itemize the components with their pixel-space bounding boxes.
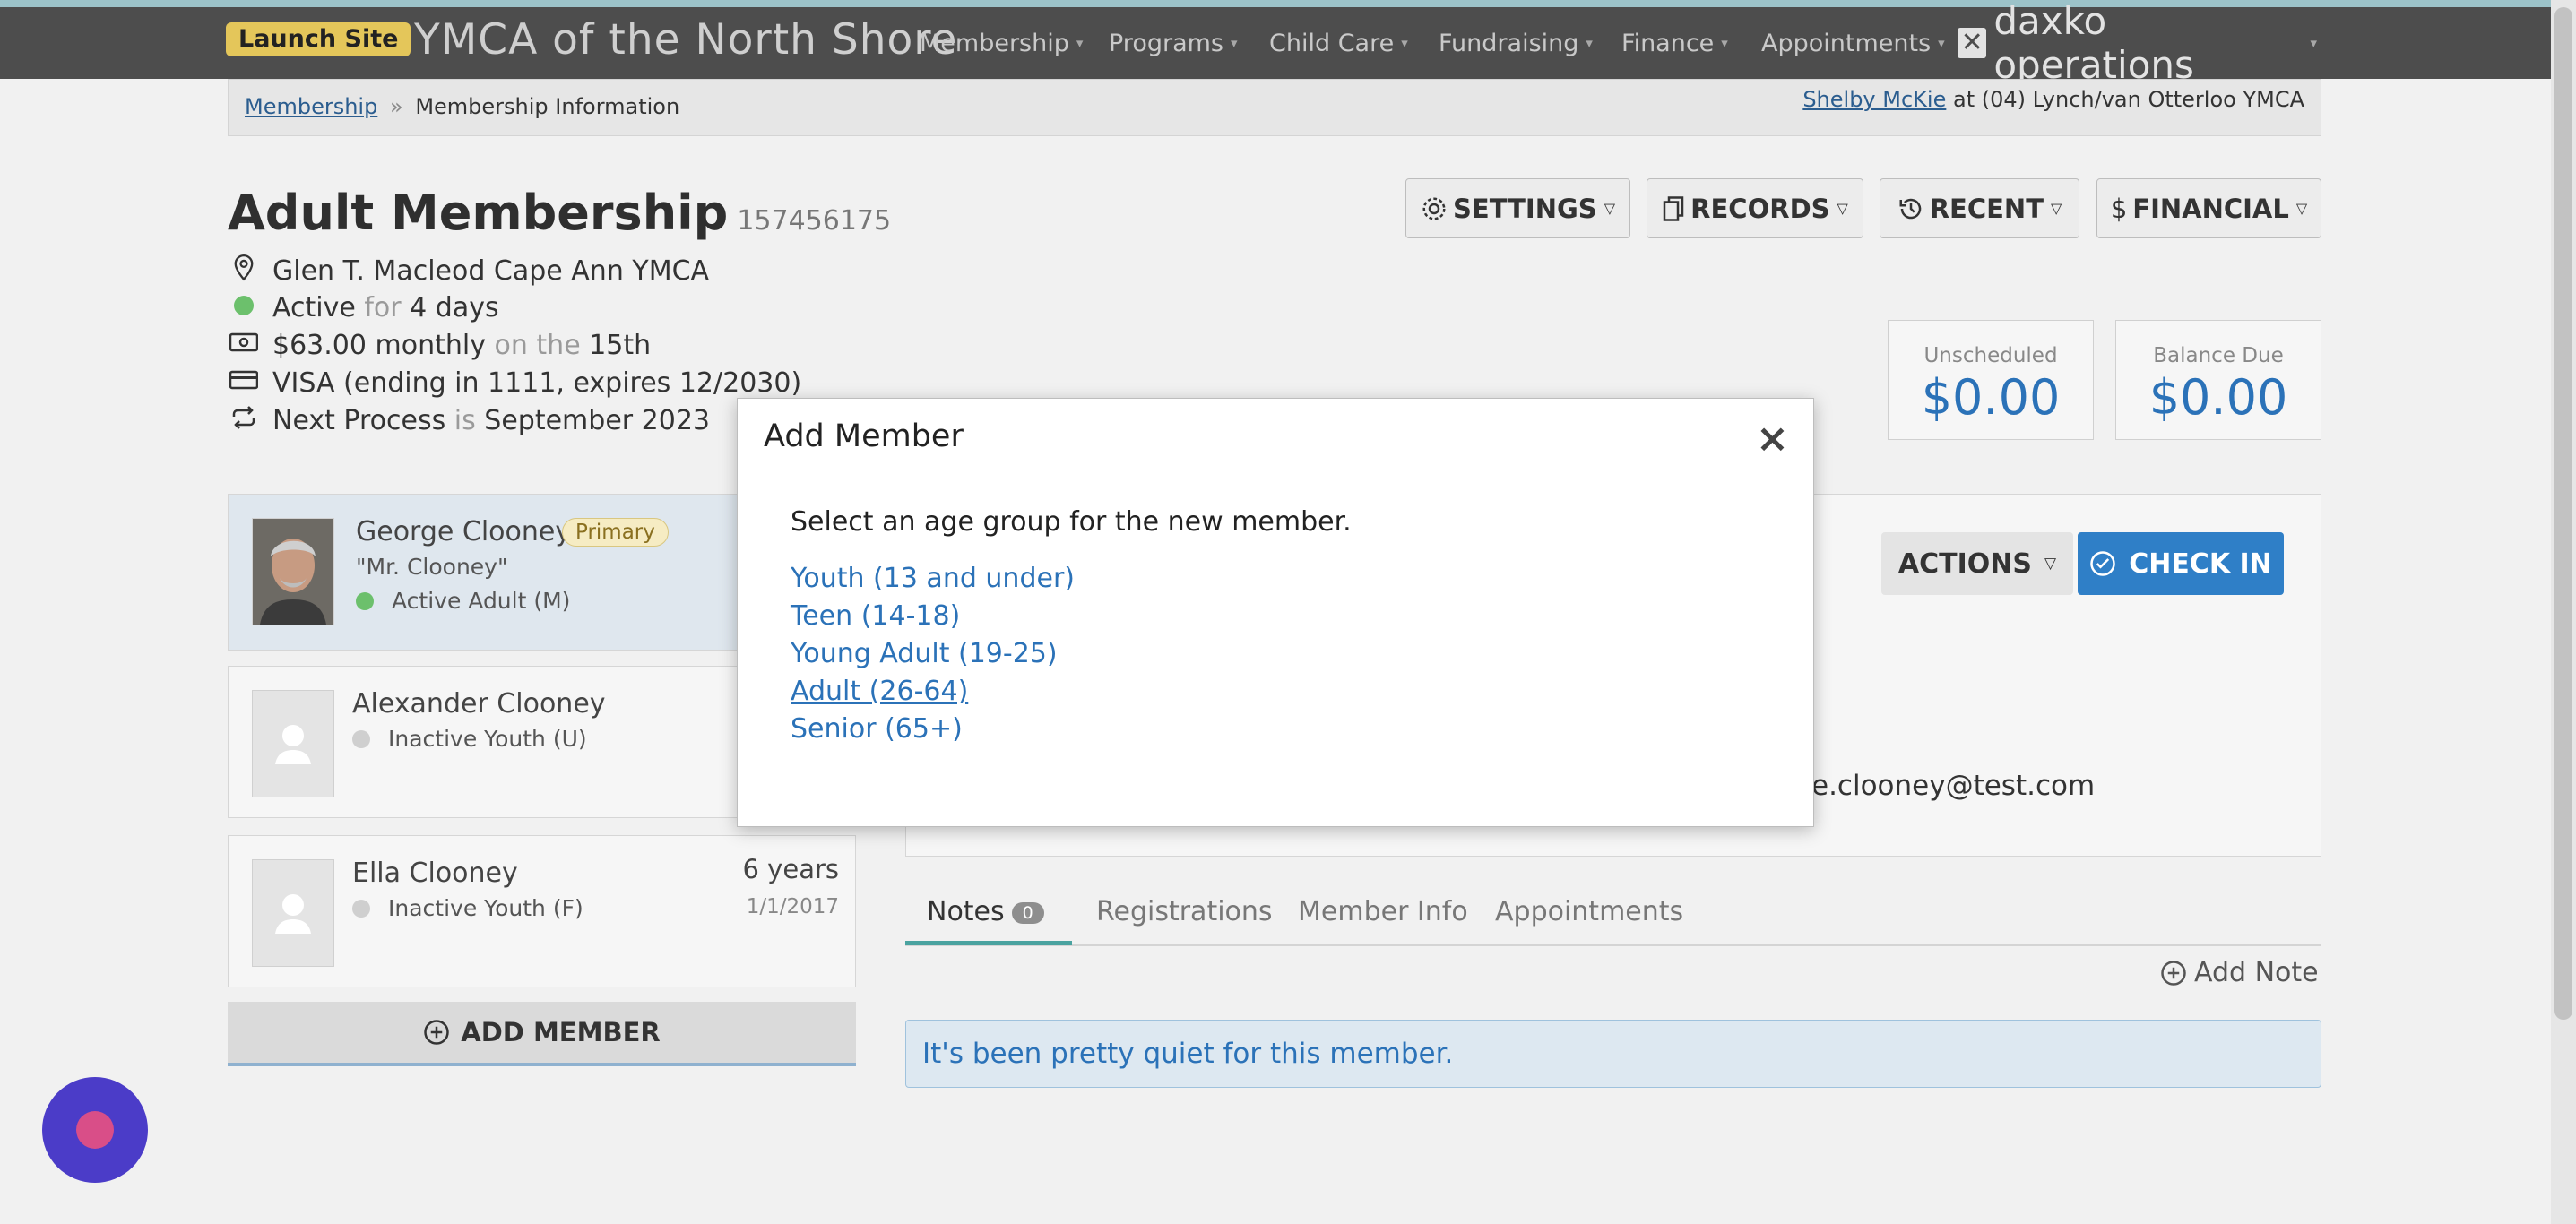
age-group-adult-link[interactable]: Adult (26-64) <box>791 676 968 707</box>
close-icon[interactable]: × <box>1756 417 1789 461</box>
age-group-senior-link[interactable]: Senior (65+) <box>791 713 963 745</box>
age-group-youth-link[interactable]: Youth (13 and under) <box>791 563 1075 594</box>
scrollbar-thumb[interactable] <box>2554 7 2572 1020</box>
age-group-teen-link[interactable]: Teen (14-18) <box>791 600 960 632</box>
dialog-title: Add Member <box>764 418 964 454</box>
age-group-young-adult-link[interactable]: Young Adult (19-25) <box>791 638 1058 669</box>
dialog-header: Add Member × <box>738 399 1813 478</box>
dialog-prompt: Select an age group for the new member. <box>791 506 1352 538</box>
add-member-dialog: Add Member × Select an age group for the… <box>737 398 1814 827</box>
